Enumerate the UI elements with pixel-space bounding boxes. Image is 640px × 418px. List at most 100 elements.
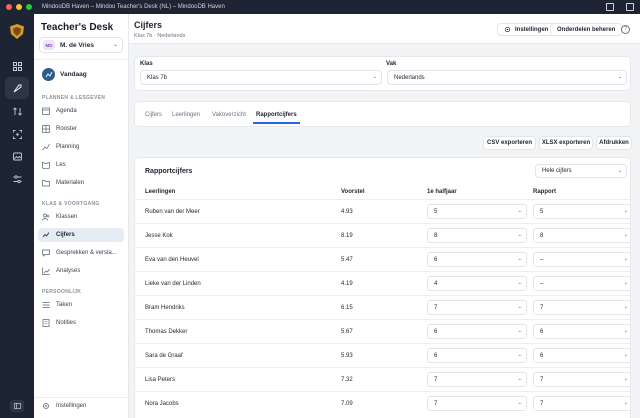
student-name: Sara de Graaf (145, 353, 183, 359)
collapse-sidebar-button[interactable] (10, 400, 24, 412)
proposal-value: 5.67 (341, 329, 353, 335)
chevron-down-icon: ⌄ (112, 42, 118, 48)
user-switcher[interactable]: MD M. de Vries ⌄ (39, 37, 123, 53)
first-half-select[interactable]: 6 ⌄ (427, 324, 527, 339)
report-value: 6 (540, 352, 544, 359)
report-select[interactable]: 7 ⌄ (533, 300, 630, 315)
rail-sliders-button[interactable] (5, 168, 29, 190)
report-value: – (540, 256, 544, 263)
settings-button[interactable]: Instellingen (497, 23, 556, 36)
subject-filter-label: Vak (386, 61, 397, 67)
table-row: Thomas Dekker 5.67 6 ⌄ 6 ⌄ (135, 319, 630, 343)
lesson-icon (42, 162, 50, 169)
first-half-value: 6 (434, 328, 438, 335)
scan-icon (12, 129, 22, 139)
window-title: MindooDB Haven – Mindoo Teacher's Desk (… (42, 4, 225, 10)
sidebar-item-rooster[interactable]: Rooster (38, 122, 124, 136)
breadcrumb: Klas 7b · Nederlands (134, 33, 186, 39)
sidebar-settings-button[interactable]: Instellingen (38, 402, 86, 410)
expand-icon[interactable] (626, 3, 634, 11)
minimize-window-button[interactable] (16, 4, 22, 10)
report-select[interactable]: – ⌄ (533, 252, 630, 267)
report-select[interactable]: 7 ⌄ (533, 372, 630, 387)
scope-select[interactable]: Hele cijfers ⌄ (535, 164, 627, 178)
image-icon (12, 152, 22, 160)
tab-cijfers[interactable]: Cijfers (145, 112, 162, 118)
sidebar-item-label: Cijfers (56, 232, 75, 238)
first-half-select[interactable]: 8 ⌄ (427, 228, 527, 243)
sidebar-item-label: Analyses (56, 268, 81, 274)
report-select[interactable]: 5 ⌄ (533, 204, 630, 219)
maximize-window-button[interactable] (26, 4, 32, 10)
timetable-icon (42, 125, 50, 133)
sidebar-item-taken[interactable]: Taken (38, 298, 124, 312)
xlsx-export-button[interactable]: XLSX exporteren (539, 136, 593, 150)
rail-grid-button[interactable] (5, 55, 29, 77)
sidebar-settings-label: Instellingen (56, 403, 87, 409)
rail-rocket-button[interactable] (5, 77, 29, 99)
proposal-value: 5.47 (341, 257, 353, 263)
report-value: – (540, 280, 544, 287)
sidebar-item-gesprekken[interactable]: Gesprekken & versla... (38, 246, 124, 260)
active-tab-indicator (253, 122, 300, 124)
manage-components-button[interactable]: Onderdelen beheren (550, 23, 623, 36)
sync-icon[interactable] (606, 3, 614, 11)
grades-icon (42, 232, 50, 238)
first-half-value: 5 (434, 208, 438, 215)
chevron-down-icon: ⌄ (623, 256, 628, 262)
sidebar-item-cijfers[interactable]: Cijfers (38, 228, 124, 242)
csv-export-button[interactable]: CSV exporteren (483, 136, 536, 150)
help-icon[interactable]: ? (621, 25, 630, 34)
report-value: 5 (540, 208, 544, 215)
subject-select[interactable]: Nederlands ⌄ (387, 70, 627, 85)
table-row: Bram Hendriks 6.15 7 ⌄ 7 ⌄ (135, 295, 630, 319)
first-half-select[interactable]: 6 ⌄ (427, 252, 527, 267)
sidebar-item-materialen[interactable]: Materialen (38, 176, 124, 190)
calendar-icon (42, 107, 50, 115)
first-half-select[interactable]: 7 ⌄ (427, 372, 527, 387)
first-half-select[interactable]: 5 ⌄ (427, 204, 527, 219)
sidebar-item-les[interactable]: Les (38, 158, 124, 172)
chevron-down-icon: ⌄ (617, 74, 622, 80)
sidebar-item-analyses[interactable]: Analyses (38, 264, 124, 278)
sidebar-item-klassen[interactable]: Klassen (38, 210, 124, 224)
report-select[interactable]: 6 ⌄ (533, 348, 630, 363)
tab-leerlingen[interactable]: Leerlingen (172, 112, 200, 118)
close-window-button[interactable] (6, 4, 12, 10)
chevron-down-icon: ⌄ (517, 256, 522, 262)
column-header-report: Rapport (533, 189, 556, 195)
first-half-select[interactable]: 7 ⌄ (427, 300, 527, 315)
report-select[interactable]: 8 ⌄ (533, 228, 630, 243)
first-half-select[interactable]: 7 ⌄ (427, 396, 527, 411)
sidebar-item-planning[interactable]: Planning (38, 140, 124, 154)
rail-image-button[interactable] (5, 145, 29, 167)
sidebar-item-agenda[interactable]: Agenda (38, 104, 124, 118)
first-half-select[interactable]: 4 ⌄ (427, 276, 527, 291)
tab-vakoverzicht[interactable]: Vakoverzicht (212, 112, 246, 118)
first-half-value: 7 (434, 376, 438, 383)
rail-scan-button[interactable] (5, 123, 29, 145)
tab-rapportcijfers[interactable]: Rapportcijfers (256, 112, 297, 118)
student-name: Ruben van der Meer (145, 209, 200, 215)
subject-select-value: Nederlands (394, 74, 425, 81)
rail-arrows-button[interactable] (5, 100, 29, 122)
print-button[interactable]: Afdrukken (596, 136, 632, 150)
student-name: Lisa Peters (145, 377, 176, 383)
gear-icon (43, 403, 49, 409)
report-select[interactable]: – ⌄ (533, 276, 630, 291)
class-select[interactable]: Klas 7b ⌄ (140, 70, 382, 85)
sidebar-item-notities[interactable]: Notities (38, 316, 124, 330)
report-select[interactable]: 7 ⌄ (533, 396, 630, 411)
section-planning: PLANNEN & LESGEVEN (42, 95, 106, 101)
chevron-down-icon: ⌄ (517, 232, 522, 238)
chevron-down-icon: ⌄ (517, 400, 522, 406)
report-value: 7 (540, 304, 544, 311)
sidebar-item-label: Taken (56, 302, 73, 308)
report-grades-card: Rapportcijfers Hele cijfers ⌄ Leerlingen… (134, 157, 631, 418)
today-button[interactable]: Vandaag (42, 68, 87, 81)
chevron-down-icon: ⌄ (623, 208, 628, 214)
report-select[interactable]: 6 ⌄ (533, 324, 630, 339)
first-half-select[interactable]: 6 ⌄ (427, 348, 527, 363)
sidebar: Teacher's Desk MD M. de Vries ⌄ Vandaag … (34, 14, 129, 418)
brand-title: Teacher's Desk (41, 22, 114, 33)
